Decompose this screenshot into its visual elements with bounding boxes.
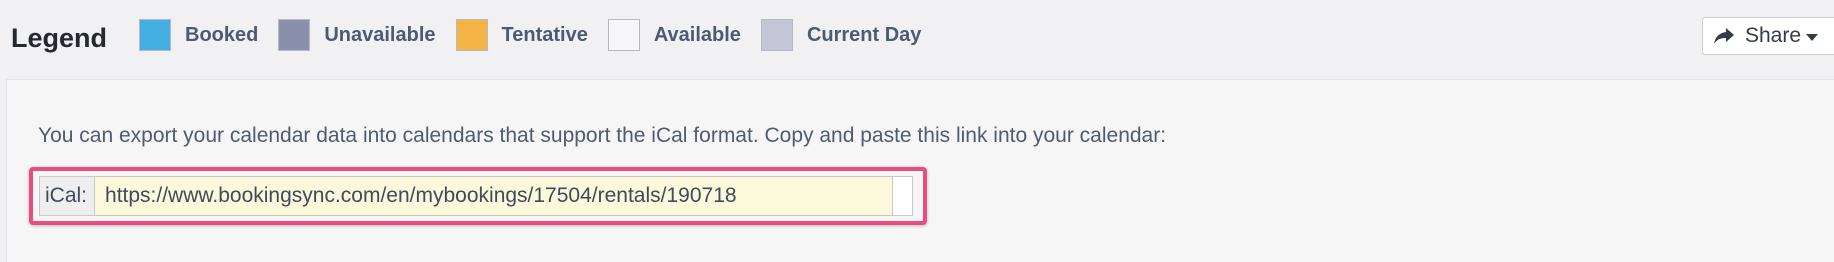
legend-label: Available (653, 23, 741, 46)
legend-item-booked: Booked (139, 19, 258, 51)
legend-item-tentative: Tentative (455, 19, 588, 51)
booked-swatch (139, 19, 171, 51)
export-description: You can export your calendar data into c… (38, 124, 1167, 147)
legend-label: Unavailable (324, 23, 436, 46)
ical-input-end (893, 176, 914, 216)
legend-item-unavailable: Unavailable (278, 19, 436, 51)
ical-input-group: iCal: (39, 176, 914, 216)
legend-bar: Legend Booked Unavailable Tentative Avai… (0, 0, 1834, 78)
ical-label: iCal: (39, 176, 95, 216)
share-button[interactable]: Share (1702, 17, 1834, 55)
unavailable-swatch (278, 19, 311, 51)
legend-items: Booked Unavailable Tentative Available C… (139, 19, 941, 51)
share-label: Share (1745, 24, 1802, 47)
legend-label: Booked (185, 23, 259, 46)
share-arrow-icon (1714, 28, 1734, 44)
legend-label: Current Day (806, 23, 922, 46)
chevron-down-icon (1806, 33, 1819, 41)
legend-item-available: Available (607, 19, 741, 51)
legend-item-current-day: Current Day (760, 19, 922, 51)
legend-label: Tentative (501, 23, 588, 46)
ical-url-field[interactable] (94, 176, 894, 216)
current-day-swatch (760, 19, 793, 51)
available-swatch (607, 19, 640, 51)
tentative-swatch (455, 19, 488, 51)
legend-title: Legend (11, 23, 108, 53)
